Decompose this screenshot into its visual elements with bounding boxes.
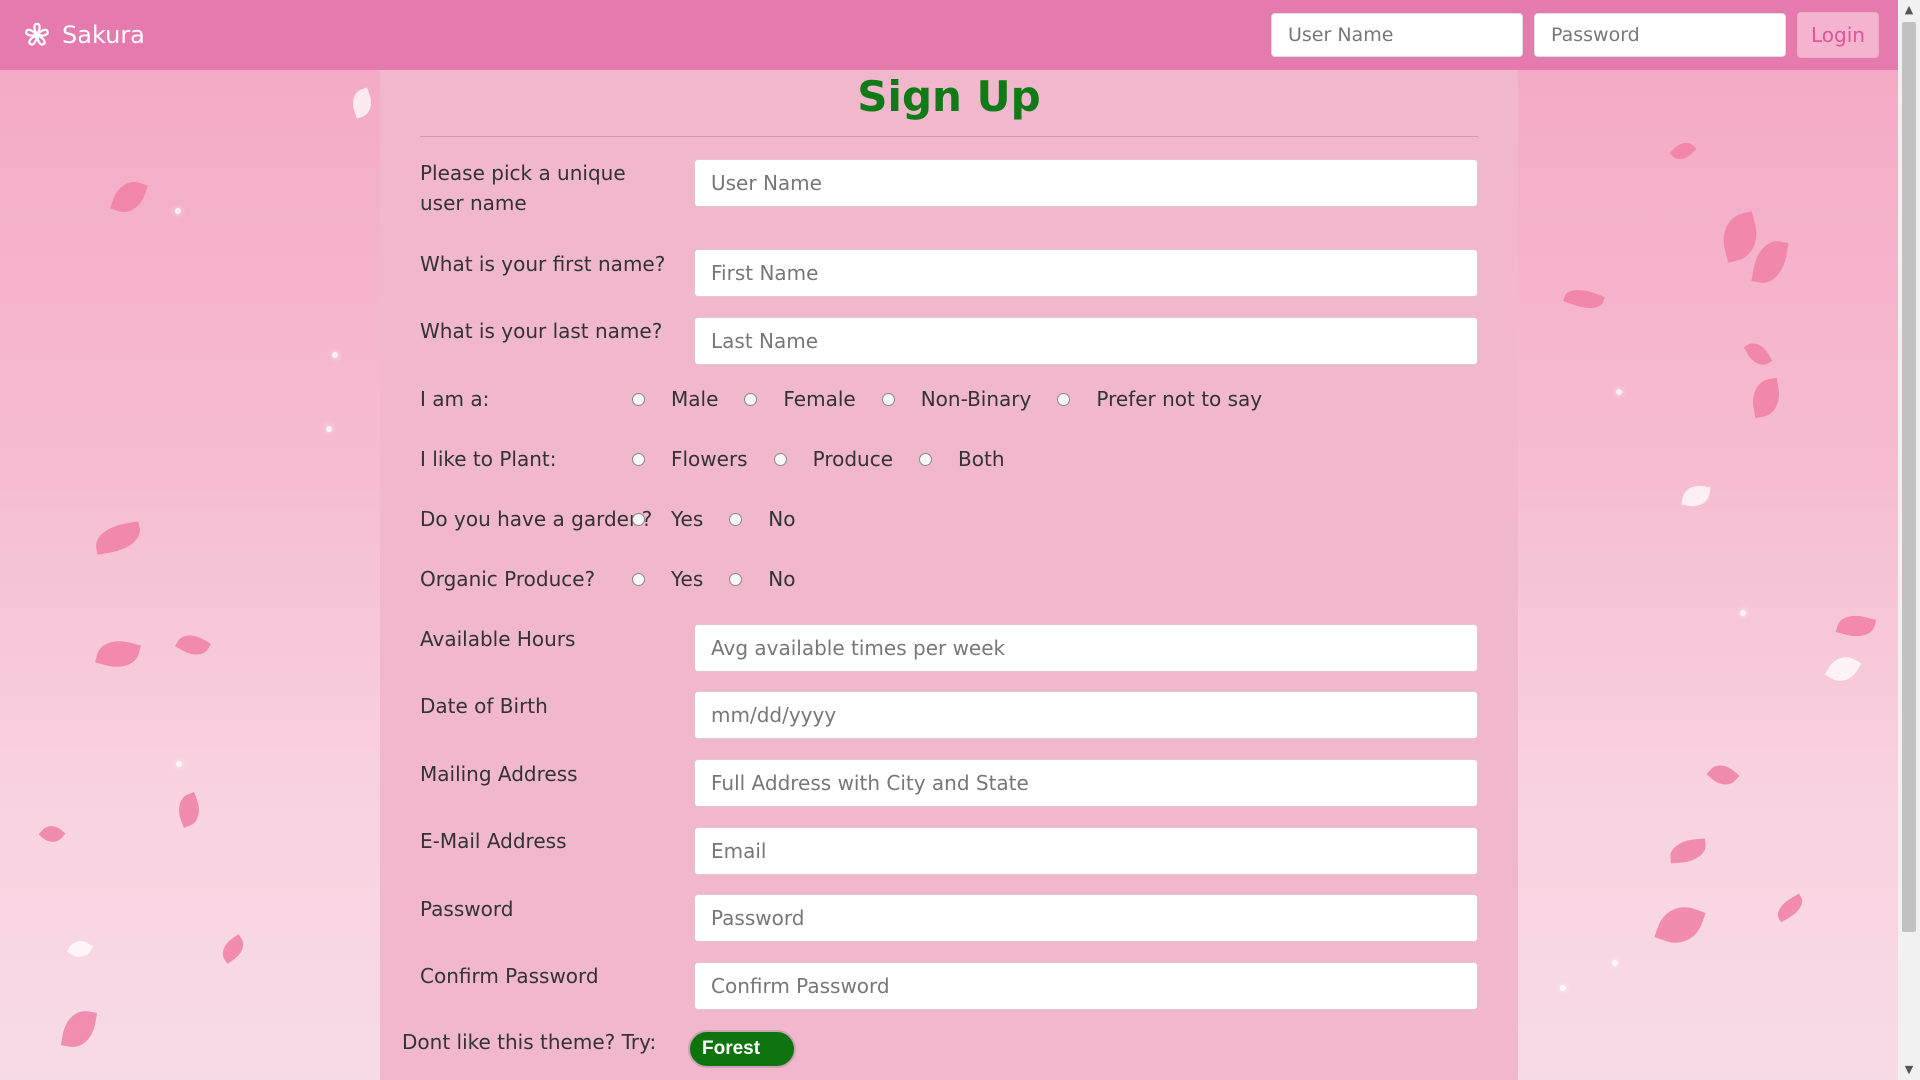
organic-label: Organic Produce? (420, 567, 596, 591)
username-label: Please pick a unique user name (420, 161, 626, 215)
navbar-password-input[interactable] (1534, 13, 1786, 57)
login-button[interactable]: Login (1797, 12, 1879, 58)
dob-label: Date of Birth (420, 694, 548, 718)
first-name-label: What is your first name? (420, 252, 666, 276)
hours-input[interactable] (694, 624, 1478, 672)
organic-option-label: Yes (671, 567, 704, 591)
scrollbar-thumb[interactable] (1902, 22, 1916, 932)
garden-option-label: Yes (671, 507, 704, 531)
garden-yes-radio[interactable] (632, 512, 645, 526)
plant-label: I like to Plant: (420, 447, 557, 471)
theme-prompt: Dont like this theme? Try: (402, 1030, 657, 1054)
organic-option-label: No (768, 567, 796, 591)
hours-label: Available Hours (420, 627, 576, 651)
sakura-flower-icon (25, 22, 49, 46)
last-name-input[interactable] (694, 317, 1478, 365)
signup-panel: Sign Up Please pick a unique user name W… (380, 70, 1518, 1080)
plant-option-label: Produce (812, 447, 894, 471)
last-name-label: What is your last name? (420, 319, 663, 343)
password-input[interactable] (694, 894, 1478, 942)
brand-name: Sakura (62, 21, 145, 49)
gender-option-label: Prefer not to say (1096, 387, 1263, 411)
organic-no-radio[interactable] (729, 572, 743, 586)
organic-yes-radio[interactable] (632, 572, 645, 586)
brand[interactable]: Sakura (22, 20, 145, 50)
gender-radio-group: Male Female Non-Binary Prefer not to say (632, 384, 1288, 414)
forest-theme-button[interactable]: Forest (688, 1030, 796, 1068)
navbar-username-input[interactable] (1271, 13, 1523, 57)
gender-label: I am a: (420, 387, 490, 411)
gender-option-label: Female (783, 387, 856, 411)
password-label: Password (420, 897, 514, 921)
gender-option-label: Non-Binary (920, 387, 1032, 411)
scroll-down-arrow-icon[interactable]: ▼ (1898, 1060, 1920, 1080)
garden-radio-group: Yes No (632, 504, 822, 534)
username-input[interactable] (694, 159, 1478, 207)
email-label: E-Mail Address (420, 829, 567, 853)
confirm-password-input[interactable] (694, 962, 1478, 1010)
address-label: Mailing Address (420, 762, 578, 786)
garden-label: Do you have a garden? (420, 507, 653, 531)
plant-produce-radio[interactable] (773, 452, 787, 466)
plant-option-label: Both (958, 447, 1005, 471)
gender-nonbinary-radio[interactable] (881, 392, 895, 406)
gender-female-radio[interactable] (744, 392, 758, 406)
top-navbar: Sakura Login (0, 0, 1898, 70)
plant-both-radio[interactable] (919, 452, 933, 466)
plant-flowers-radio[interactable] (632, 452, 645, 466)
plant-radio-group: Flowers Produce Both (632, 444, 1031, 474)
scroll-up-arrow-icon[interactable]: ▲ (1898, 0, 1920, 20)
page-title: Sign Up (857, 72, 1041, 121)
email-input[interactable] (694, 827, 1478, 875)
gender-option-label: Male (671, 387, 719, 411)
garden-no-radio[interactable] (729, 512, 743, 526)
dob-input[interactable] (694, 691, 1478, 739)
first-name-input[interactable] (694, 249, 1478, 297)
gender-male-radio[interactable] (632, 392, 645, 406)
confirm-password-label: Confirm Password (420, 964, 599, 988)
gender-prefer-not-radio[interactable] (1057, 392, 1071, 406)
vertical-scrollbar[interactable]: ▲ ▼ (1898, 0, 1920, 1080)
plant-option-label: Flowers (671, 447, 748, 471)
garden-option-label: No (768, 507, 796, 531)
login-form: Login (1260, 12, 1898, 58)
organic-radio-group: Yes No (632, 564, 822, 594)
title-divider (420, 136, 1478, 137)
address-input[interactable] (694, 759, 1478, 807)
